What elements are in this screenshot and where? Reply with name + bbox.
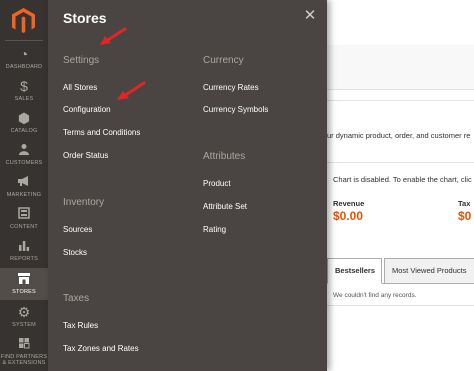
stores-flyout-menu: Stores ✕ Settings All Stores Configurati… [48, 0, 327, 371]
link-attribute-product[interactable]: Product [203, 179, 231, 188]
nav-item-system[interactable]: ⚙ SYSTEM [0, 302, 48, 332]
link-configuration[interactable]: Configuration [63, 105, 111, 114]
link-tax-rules[interactable]: Tax Rules [63, 321, 98, 330]
link-sources[interactable]: Sources [63, 225, 92, 234]
link-currency-rates[interactable]: Currency Rates [203, 83, 259, 92]
link-terms-and-conditions[interactable]: Terms and Conditions [63, 128, 140, 137]
cube-icon: ⬢ [17, 110, 31, 126]
nav-divider [5, 40, 43, 41]
nav-item-customers[interactable]: CUSTOMERS [0, 140, 48, 170]
revenue-label: Revenue [333, 199, 365, 208]
nav-item-catalog[interactable]: ⬢ CATALOG [0, 108, 48, 138]
section-inventory: Inventory [63, 197, 105, 208]
tab-bestsellers[interactable]: Bestsellers [327, 258, 382, 284]
gear-icon: ⚙ [17, 304, 31, 320]
partners-icon [0, 336, 48, 352]
link-stocks[interactable]: Stocks [63, 248, 87, 257]
close-icon[interactable]: ✕ [303, 8, 317, 23]
flyout-title: Stores [63, 10, 107, 26]
link-all-stores[interactable]: All Stores [63, 83, 97, 92]
section-settings: Settings [63, 55, 100, 66]
section-attributes: Attributes [203, 151, 246, 162]
tax-label: Tax [458, 199, 471, 208]
nav-item-sales[interactable]: $ SALES [0, 76, 48, 106]
page-actions-bar [327, 45, 474, 90]
chart-disabled-text: Chart is disabled. To enable the chart, … [333, 175, 472, 184]
nav-item-dashboard[interactable]: ◔ DASHBOARD [0, 44, 48, 74]
nav-item-reports[interactable]: REPORTS [0, 236, 48, 266]
megaphone-icon [0, 174, 48, 190]
content-icon [0, 206, 48, 222]
nav-item-stores[interactable]: STORES [0, 268, 48, 300]
nav-item-marketing[interactable]: MARKETING [0, 172, 48, 202]
customers-icon [0, 142, 48, 158]
store-icon [0, 271, 48, 287]
annotation-arrow-configuration [117, 81, 146, 100]
nav-item-content[interactable]: CONTENT [0, 204, 48, 234]
intro-text: ur dynamic product, order, and customer … [327, 131, 471, 140]
section-taxes: Taxes [63, 293, 90, 304]
dashboard-icon: ◔ [19, 46, 29, 62]
link-rating[interactable]: Rating [203, 225, 226, 234]
section-currency: Currency [203, 55, 244, 66]
divider [327, 305, 474, 306]
nav-item-partners[interactable]: FIND PARTNERS & EXTENSIONS [0, 334, 48, 371]
annotation-arrow-settings [100, 27, 127, 45]
dollar-icon: $ [20, 78, 28, 94]
reports-icon [0, 238, 48, 254]
link-attribute-set[interactable]: Attribute Set [203, 202, 247, 211]
dashboard-tabs: Bestsellers Most Viewed Products [327, 258, 474, 284]
page-header [327, 0, 474, 45]
dashboard-content: ur dynamic product, order, and customer … [327, 0, 474, 371]
tab-most-viewed-products[interactable]: Most Viewed Products [384, 258, 474, 284]
tax-value: $0 [458, 209, 472, 223]
link-order-status[interactable]: Order Status [63, 151, 108, 160]
magento-logo-icon[interactable] [10, 7, 37, 34]
link-currency-symbols[interactable]: Currency Symbols [203, 105, 268, 114]
divider [327, 100, 474, 101]
revenue-value: $0.00 [333, 209, 364, 223]
admin-sidebar: ◔ DASHBOARD $ SALES ⬢ CATALOG CUSTOMERS … [0, 0, 48, 371]
divider [327, 162, 474, 163]
link-tax-zones-and-rates[interactable]: Tax Zones and Rates [63, 344, 139, 353]
empty-records-text: We couldn't find any records. [333, 292, 417, 299]
